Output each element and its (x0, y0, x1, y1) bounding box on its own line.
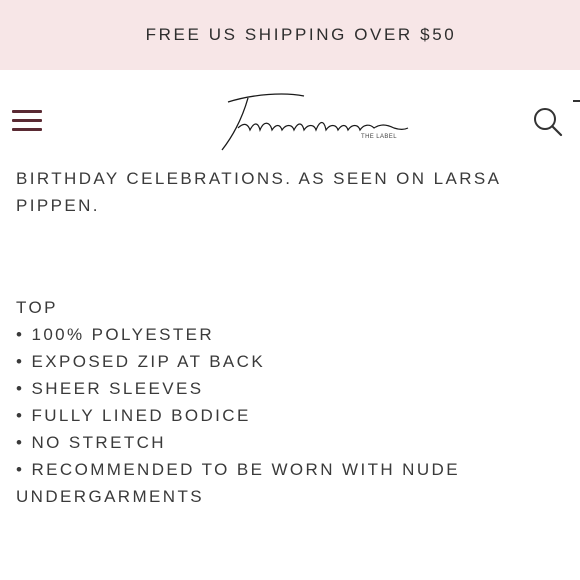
search-icon[interactable] (532, 106, 564, 138)
section-title-top: TOP (16, 298, 58, 317)
bullet-item: • NO STRETCH (16, 433, 166, 452)
bullet-item: • EXPOSED ZIP AT BACK (16, 352, 266, 371)
hamburger-menu-icon[interactable] (12, 108, 44, 132)
logo-subtext: THE LABEL (361, 134, 397, 140)
bullet-item: • FULLY LINED BODICE (16, 406, 251, 425)
brand-logo[interactable] (214, 84, 410, 154)
bullet-item: • RECOMMENDED TO BE WORN WITH NUDE UNDER… (16, 460, 460, 506)
promo-banner: FREE US SHIPPING OVER $50 (0, 0, 580, 70)
product-description: BIRTHDAY CELEBRATIONS. AS SEEN ON LARSA … (16, 162, 572, 510)
bullet-item: • 100% POLYESTER (16, 325, 215, 344)
cart-icon[interactable] (573, 100, 580, 108)
promo-text: FREE US SHIPPING OVER $50 (145, 25, 457, 44)
site-header (0, 70, 580, 162)
description-intro: BIRTHDAY CELEBRATIONS. AS SEEN ON LARSA … (16, 169, 501, 215)
bullet-item: • SHEER SLEEVES (16, 379, 204, 398)
